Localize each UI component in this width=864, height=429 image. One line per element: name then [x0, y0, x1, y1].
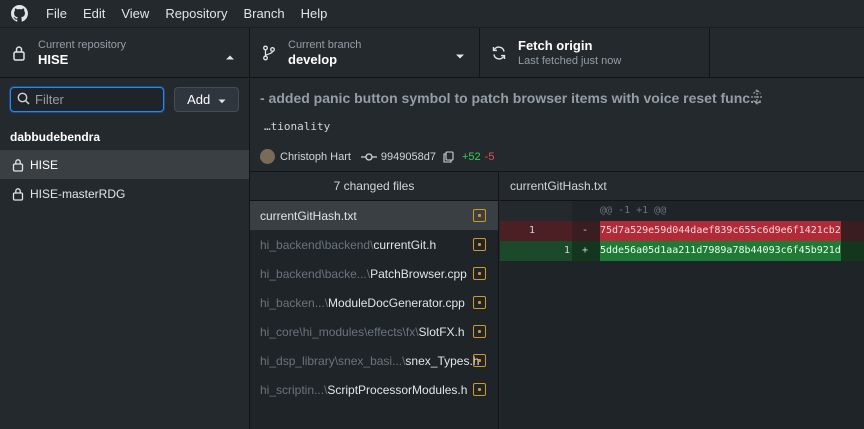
caret-down-icon — [218, 92, 226, 107]
file-name: ModuleDocGenerator.cpp — [328, 295, 465, 310]
commit-sha: 9949058d7 — [380, 150, 436, 163]
changed-files-panel: 7 changed files currentGitHash.txt hi_ba… — [250, 172, 499, 429]
file-name: snex_Types.h — [405, 353, 480, 368]
menu-view[interactable]: View — [113, 0, 157, 28]
file-name: currentGitHash.txt — [260, 208, 357, 223]
added-code: 5dde56a05d1aa211d7989a78b44093c6f45b921d — [600, 241, 841, 261]
diff-file-header: currentGitHash.txt — [500, 172, 864, 201]
file-row[interactable]: hi_backend\backe...\ PatchBrowser.cpp — [250, 259, 498, 288]
toolbar: Current repository HISE Current branch d… — [0, 28, 864, 78]
additions-count: +52 — [461, 150, 481, 163]
file-row[interactable]: currentGitHash.txt — [250, 201, 498, 230]
diff-hunk-header: @@ -1 +1 @@ — [500, 201, 864, 221]
fetch-origin-title: Fetch origin — [518, 38, 593, 53]
commit-meta: Christoph Hart 9949058d7 +52 -5 — [260, 149, 494, 164]
current-branch-value: develop — [288, 52, 338, 67]
filter-field[interactable] — [10, 87, 165, 112]
file-name: PatchBrowser.cpp — [370, 266, 467, 281]
filter-input[interactable] — [35, 92, 155, 107]
git-branch-icon — [260, 44, 278, 62]
avatar — [260, 149, 275, 164]
menu-edit[interactable]: Edit — [75, 0, 113, 28]
file-name: SlotFX.h — [418, 324, 465, 339]
commit-author: Christoph Hart — [280, 150, 351, 163]
changed-files-header: 7 changed files — [250, 172, 498, 201]
current-repository-button[interactable]: Current repository HISE — [0, 28, 250, 78]
lock-icon — [10, 44, 28, 62]
current-branch-button[interactable]: Current branch develop — [250, 28, 480, 78]
diff-sign: - — [582, 225, 589, 236]
modified-icon — [473, 267, 486, 280]
fetch-origin-button[interactable]: Fetch origin Last fetched just now — [480, 28, 710, 78]
repository-group-header: dabbudebendra — [10, 130, 101, 144]
file-path-dir: hi_core\hi_modules\effects\fx\ — [260, 324, 419, 339]
lock-icon — [12, 158, 24, 172]
search-icon — [17, 92, 30, 108]
github-logo-icon — [0, 0, 38, 28]
current-repository-label: Current repository — [38, 39, 127, 51]
current-repository-value: HISE — [38, 52, 69, 67]
new-line-number: 1 — [563, 245, 570, 256]
diff-added-line[interactable]: 1 + 5dde56a05d1aa211d7989a78b44093c6f45b… — [500, 241, 864, 261]
modified-icon — [473, 296, 486, 309]
file-row[interactable]: hi_dsp_library\snex_basi...\ snex_Types.h — [250, 346, 498, 375]
lock-icon — [12, 187, 24, 201]
modified-icon — [473, 354, 486, 367]
file-path-dir: hi_scriptin...\ — [260, 382, 328, 397]
file-path-dir: hi_backend\backe...\ — [260, 266, 371, 281]
caret-up-icon — [225, 49, 235, 63]
diff-panel: currentGitHash.txt @@ -1 +1 @@ 1 - 75d7a… — [500, 172, 864, 429]
deletions-count: -5 — [484, 150, 495, 163]
repository-item-hise-masterrdg[interactable]: HISE-masterRDG — [0, 179, 249, 208]
modified-icon — [473, 325, 486, 338]
git-commit-icon — [360, 152, 377, 162]
current-branch-label: Current branch — [288, 39, 362, 51]
expand-icon[interactable] — [750, 89, 764, 108]
file-row[interactable]: hi_backend\backend\ currentGit.h — [250, 230, 498, 259]
add-button-label: Add — [187, 92, 211, 107]
file-name: currentGit.h — [373, 237, 437, 252]
menu-file[interactable]: File — [38, 0, 75, 28]
repository-item-hise[interactable]: HISE — [0, 150, 249, 179]
menu-branch[interactable]: Branch — [235, 0, 292, 28]
copy-icon[interactable] — [443, 150, 454, 163]
diff-deleted-line[interactable]: 1 - 75d7a529e59d044daef839c655c6d9e6f142… — [500, 221, 864, 241]
menu-repository[interactable]: Repository — [157, 0, 235, 28]
commit-description: …tionality — [264, 120, 331, 133]
menu-bar: File Edit View Repository Branch Help — [0, 0, 864, 28]
modified-icon — [473, 238, 486, 251]
commit-summary-panel: - added panic button symbol to patch bro… — [250, 79, 864, 172]
menu-help[interactable]: Help — [293, 0, 336, 28]
modified-icon — [473, 383, 486, 396]
caret-down-icon — [455, 49, 465, 63]
add-repository-button[interactable]: Add — [174, 87, 239, 112]
file-row[interactable]: hi_backen...\ ModuleDocGenerator.cpp — [250, 288, 498, 317]
file-row[interactable]: hi_scriptin...\ ScriptProcessorModules.h — [250, 375, 498, 404]
file-path-dir: hi_backend\backend\ — [260, 237, 374, 252]
file-path-dir: hi_dsp_library\snex_basi...\ — [260, 353, 406, 368]
repository-item-label: HISE-masterRDG — [30, 186, 126, 201]
file-path-dir: hi_backen...\ — [260, 295, 329, 310]
hunk-header-text: @@ -1 +1 @@ — [600, 205, 667, 216]
modified-icon — [473, 209, 486, 222]
old-line-number: 1 — [528, 225, 535, 236]
diff-sign: + — [582, 245, 589, 256]
deleted-code: 75d7a529e59d044daef839c655c6d9e6f1421cb2 — [600, 221, 841, 241]
sync-icon — [490, 44, 508, 62]
repository-sidebar: Add dabbudebendra HISE HISE-masterRDG — [0, 79, 250, 429]
file-row[interactable]: hi_core\hi_modules\effects\fx\ SlotFX.h — [250, 317, 498, 346]
repository-item-label: HISE — [30, 157, 59, 172]
commit-title: - added panic button symbol to patch bro… — [260, 90, 762, 106]
last-fetched-text: Last fetched just now — [518, 55, 622, 67]
file-name: ScriptProcessorModules.h — [327, 382, 468, 397]
